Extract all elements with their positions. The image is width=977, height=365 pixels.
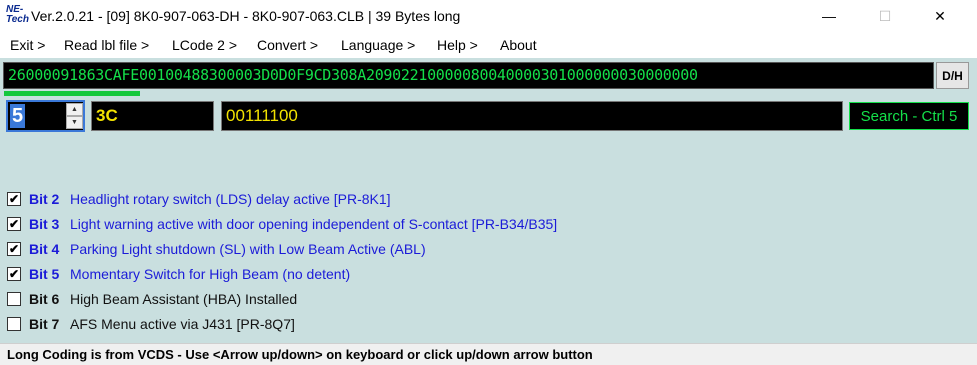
menu-lcode[interactable]: LCode 2 > (172, 37, 237, 53)
spin-up-button[interactable]: ▲ (66, 103, 83, 116)
bit-row[interactable]: Bit 6 High Beam Assistant (HBA) Installed (7, 289, 297, 309)
bit-row[interactable]: ✔ Bit 2 Headlight rotary switch (LDS) dela… (7, 189, 391, 209)
bit-checkbox[interactable]: ✔ (7, 217, 21, 231)
window-title: Ver.2.0.21 - [09] 8K0-907-063-DH - 8K0-9… (31, 8, 461, 24)
byte-number[interactable]: 5 (10, 104, 26, 128)
minimize-button[interactable]: — (806, 0, 852, 32)
status-bar: Long Coding is from VCDS - Use <Arrow up… (0, 343, 977, 365)
menu-about[interactable]: About (500, 37, 537, 53)
minimize-icon: — (822, 8, 836, 24)
menu-language[interactable]: Language > (341, 37, 415, 53)
title-bar: NE- Tech Ver.2.0.21 - [09] 8K0-907-063-D… (0, 0, 977, 34)
bit-label: Bit 6 (29, 291, 60, 307)
bit-description: AFS Menu active via J431 [PR-8Q7] (70, 316, 295, 332)
bit-row[interactable]: ✔ Bit 5 Momentary Switch for High Beam (no… (7, 264, 350, 284)
bit-label: Bit 3 (29, 216, 60, 232)
bit-checkbox[interactable] (7, 317, 21, 331)
bit-row[interactable]: Bit 7 AFS Menu active via J431 [PR-8Q7] (7, 314, 295, 334)
main-panel: 26000091863CAFE00100488300003D0D0F9CD308… (0, 58, 977, 343)
dh-toggle-button[interactable]: D/H (936, 62, 969, 89)
close-button[interactable]: ✕ (917, 0, 963, 32)
menu-exit[interactable]: Exit > (10, 37, 45, 53)
arrow-down-icon: ▼ (71, 119, 78, 126)
bit-label: Bit 4 (29, 241, 60, 257)
hex-value-field[interactable]: 3C (91, 101, 214, 131)
menu-help[interactable]: Help > (437, 37, 478, 53)
bit-label: Bit 7 (29, 316, 60, 332)
arrow-up-icon: ▲ (71, 106, 78, 113)
menu-bar: Exit > Read lbl file > LCode 2 > Convert… (0, 34, 977, 58)
bit-checkbox[interactable]: ✔ (7, 267, 21, 281)
bit-description: Momentary Switch for High Beam (no deten… (70, 266, 351, 282)
maximize-icon: ☐ (878, 7, 892, 24)
bit-description: Headlight rotary switch (LDS) delay acti… (70, 191, 391, 207)
app-logo: NE- Tech (6, 5, 29, 27)
bit-row[interactable]: ✔ Bit 4 Parking Light shutdown (SL) with L… (7, 239, 426, 259)
bit-label: Bit 2 (29, 191, 60, 207)
maximize-button[interactable]: ☐ (862, 0, 908, 32)
close-icon: ✕ (934, 7, 946, 24)
binary-value-field[interactable]: 00111100 (221, 101, 843, 131)
long-coding-field[interactable]: 26000091863CAFE00100488300003D0D0F9CD308… (3, 62, 934, 89)
spin-down-button[interactable]: ▼ (66, 116, 83, 129)
menu-read-lbl-file[interactable]: Read lbl file > (64, 37, 149, 53)
bit-description: Light warning active with door opening i… (70, 216, 558, 232)
bit-checkbox[interactable] (7, 292, 21, 306)
bit-description: Parking Light shutdown (SL) with Low Bea… (70, 241, 426, 257)
logo-line-2: Tech (6, 14, 29, 25)
bit-description: High Beam Assistant (HBA) Installed (70, 291, 298, 307)
menu-convert[interactable]: Convert > (257, 37, 318, 53)
bit-row[interactable]: ✔ Bit 3 Light warning active with door ope… (7, 214, 557, 234)
bit-checkbox[interactable]: ✔ (7, 192, 21, 206)
progress-bar (4, 91, 140, 96)
search-button[interactable]: Search - Ctrl 5 (849, 102, 969, 130)
byte-spinner[interactable]: 5 ▲ ▼ (6, 100, 85, 132)
bit-label: Bit 5 (29, 266, 60, 282)
bit-checkbox[interactable]: ✔ (7, 242, 21, 256)
